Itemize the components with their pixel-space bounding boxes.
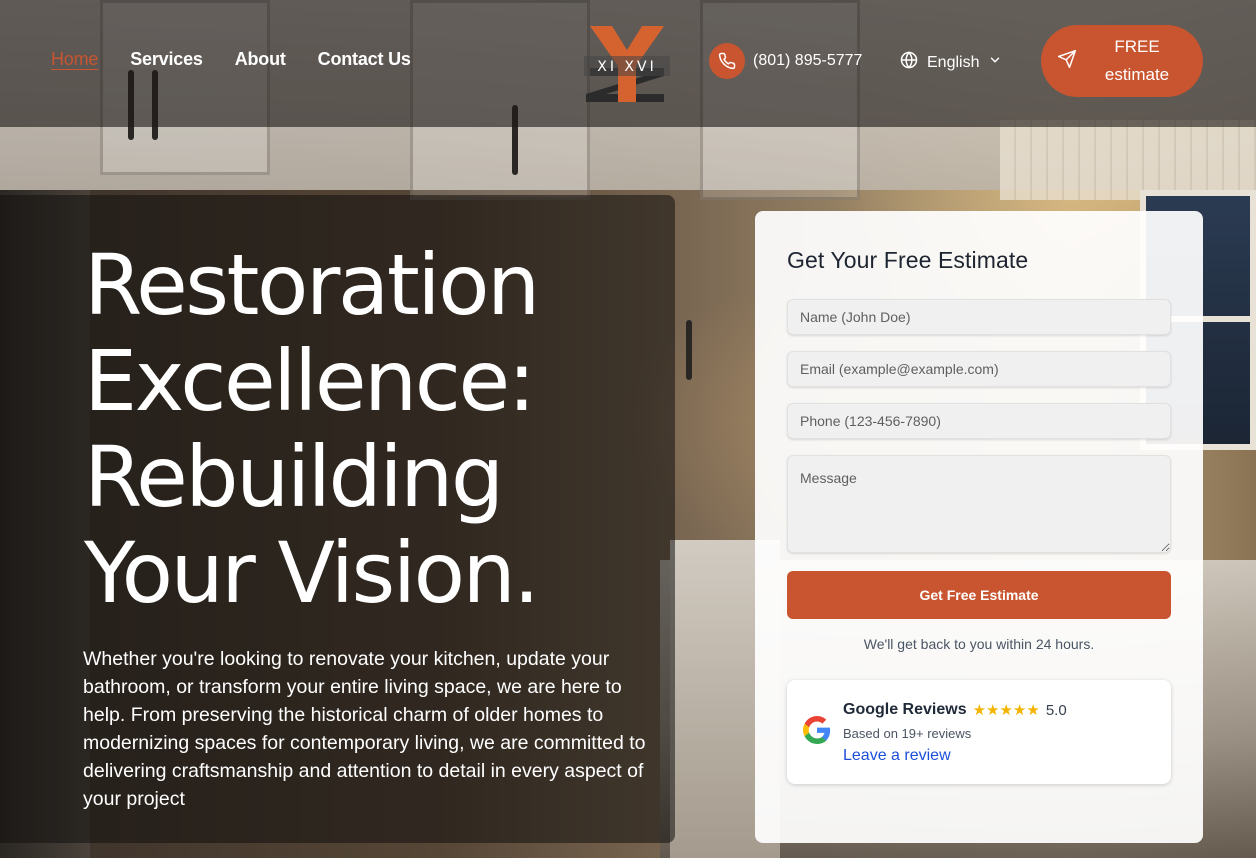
phone-input[interactable]: [787, 403, 1171, 439]
star-rating-icon: ★★★★★: [972, 702, 1040, 719]
site-header: Home Services About Contact Us XI XVI (8…: [0, 0, 1256, 127]
language-selector[interactable]: English: [900, 51, 1002, 74]
google-icon: [803, 716, 831, 744]
estimate-form-card: Get Your Free Estimate Get Free Estimate…: [755, 211, 1203, 843]
free-estimate-label: FREE estimate: [1104, 37, 1170, 84]
phone-icon: [709, 43, 745, 79]
message-textarea[interactable]: [787, 455, 1171, 553]
free-estimate-button[interactable]: FREE estimate: [1041, 25, 1203, 97]
nav-contact-link[interactable]: Contact Us: [318, 49, 411, 70]
main-nav: Home Services About Contact Us: [51, 49, 411, 70]
chevron-down-icon: [988, 53, 1002, 72]
google-reviews-widget: Google Reviews ★★★★★ 5.0 Based on 19+ re…: [787, 680, 1171, 784]
phone-number: (801) 895-5777: [753, 52, 863, 69]
form-title: Get Your Free Estimate: [787, 247, 1029, 273]
language-label: English: [927, 53, 980, 71]
response-time-note: We'll get back to you within 24 hours.: [863, 636, 1095, 652]
reviews-count: Based on 19+ reviews: [843, 726, 972, 741]
get-free-estimate-button[interactable]: Get Free Estimate: [787, 571, 1171, 619]
logo-text: XI XVI: [597, 59, 656, 75]
send-icon: [1057, 49, 1077, 74]
nav-services-link[interactable]: Services: [130, 49, 203, 70]
brand-logo[interactable]: XI XVI: [584, 24, 670, 102]
rating-value: 5.0: [1045, 701, 1067, 719]
phone-contact[interactable]: (801) 895-5777: [709, 43, 862, 79]
globe-icon: [900, 51, 918, 74]
name-input[interactable]: [787, 299, 1171, 335]
leave-review-link[interactable]: Leave a review: [843, 747, 951, 765]
reviews-title: Google Reviews: [843, 701, 967, 718]
nav-home-link[interactable]: Home: [51, 49, 98, 70]
hero-description: Whether you're looking to renovate your …: [83, 648, 646, 810]
nav-about-link[interactable]: About: [235, 49, 286, 70]
email-input[interactable]: [787, 351, 1171, 387]
hero-title: Restoration Excellence: Rebuilding Your …: [84, 236, 540, 622]
